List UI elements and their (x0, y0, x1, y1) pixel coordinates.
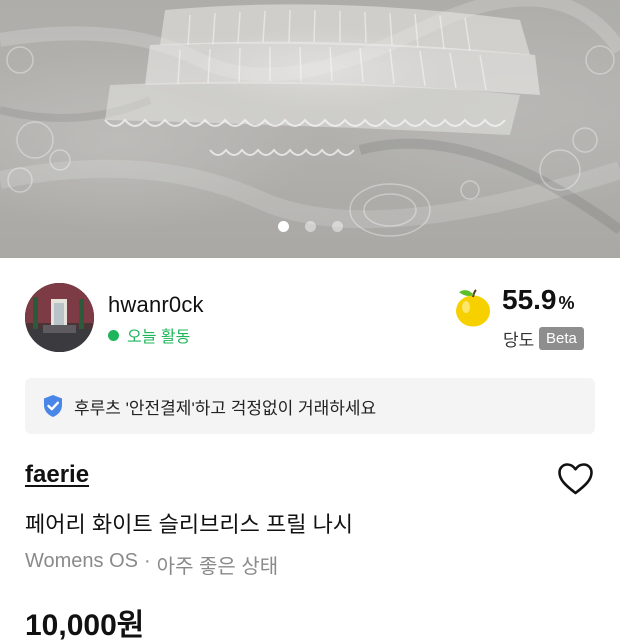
carousel-dot[interactable] (331, 221, 343, 232)
beta-badge: Beta (539, 327, 584, 350)
seller-name[interactable]: hwanr0ck (108, 292, 204, 318)
brand-link[interactable]: faerie (25, 461, 89, 489)
yellow-apple-icon (456, 289, 490, 327)
meta-separator: · (144, 550, 151, 572)
seller-section[interactable]: hwanr0ck 오늘 활동 55.9% 당도 Beta (25, 283, 595, 353)
seller-avatar[interactable] (25, 283, 94, 352)
sweetness-score[interactable]: 55.9% 당도 Beta (445, 283, 595, 353)
safe-payment-text: 후루츠 '안전결제'하고 걱정없이 거래하세요 (74, 398, 377, 418)
product-meta: Womens OS · 아주 좋은 상태 (25, 550, 278, 579)
sweetness-value: 55.9% (502, 284, 575, 315)
product-price: 10,000원 (25, 609, 145, 642)
carousel-indicator (0, 221, 620, 232)
avatar-image (25, 283, 94, 352)
product-photo[interactable] (0, 0, 620, 258)
sweetness-label: 당도 (503, 331, 535, 350)
heart-outline-icon[interactable] (557, 462, 594, 496)
carousel-dot[interactable] (304, 221, 316, 232)
carousel-dot-active[interactable] (277, 221, 289, 232)
safe-payment-banner[interactable]: 후루츠 '안전결제'하고 걱정없이 거래하세요 (25, 378, 595, 434)
shield-check-icon (44, 395, 62, 417)
product-condition: 아주 좋은 상태 (156, 556, 279, 578)
product-title: 페어리 화이트 슬리브리스 프릴 나시 (25, 512, 354, 537)
activity-text: 오늘 활동 (127, 329, 191, 346)
online-status-dot (108, 329, 119, 341)
photo-lace-fabric (0, 0, 620, 237)
seller-activity: 오늘 활동 (108, 323, 190, 347)
sweetness-unit: % (558, 293, 575, 313)
product-size: Womens OS (25, 550, 138, 572)
